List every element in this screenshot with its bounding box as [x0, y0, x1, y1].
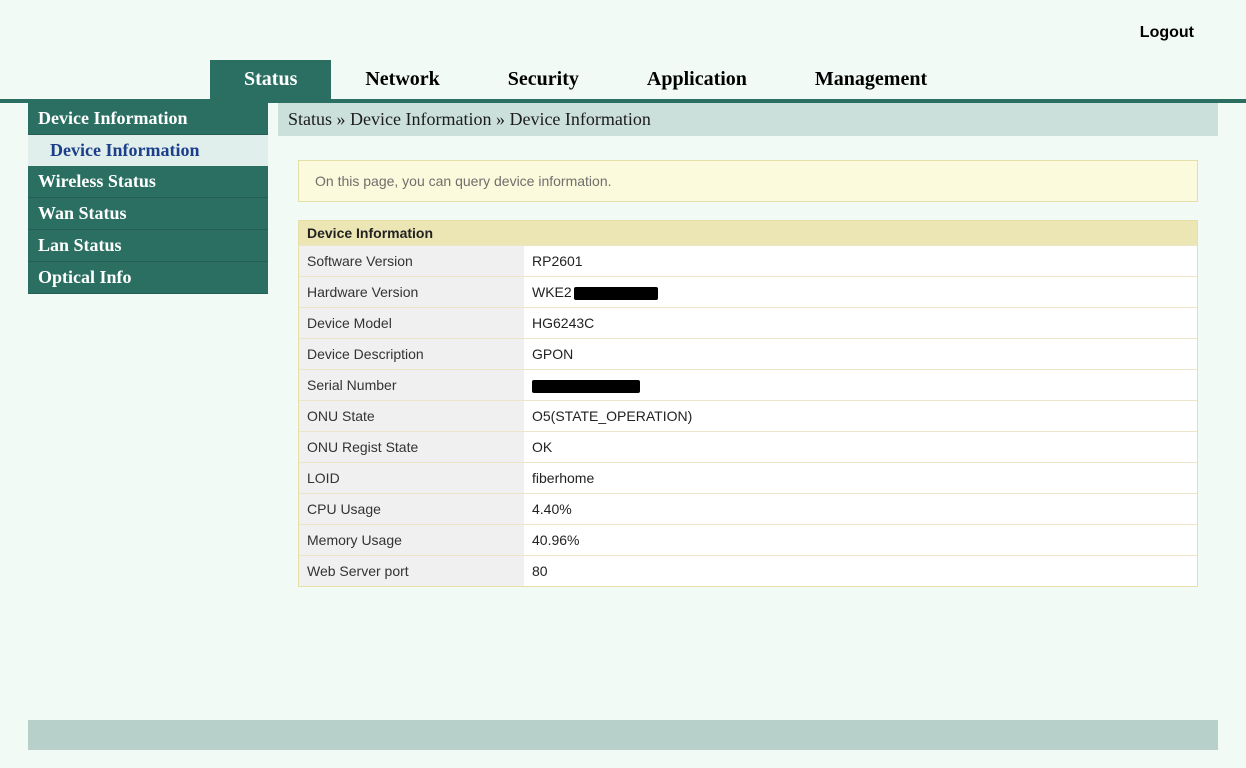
value-onu-regist-state: OK	[524, 432, 1197, 462]
label-memory-usage: Memory Usage	[299, 525, 524, 555]
info-banner: On this page, you can query device infor…	[298, 160, 1198, 202]
row-software-version: Software Version RP2601	[299, 245, 1197, 276]
label-software-version: Software Version	[299, 246, 524, 276]
breadcrumb: Status » Device Information » Device Inf…	[278, 103, 1218, 136]
value-web-server-port: 80	[524, 556, 1197, 586]
label-web-server-port: Web Server port	[299, 556, 524, 586]
row-hardware-version: Hardware Version WKE2	[299, 276, 1197, 307]
tab-status[interactable]: Status	[210, 60, 331, 99]
value-hardware-version: WKE2	[524, 277, 1197, 307]
label-cpu-usage: CPU Usage	[299, 494, 524, 524]
row-device-description: Device Description GPON	[299, 338, 1197, 369]
row-cpu-usage: CPU Usage 4.40%	[299, 493, 1197, 524]
value-software-version: RP2601	[524, 246, 1197, 276]
sidebar-item-wireless-status[interactable]: Wireless Status	[28, 166, 268, 198]
content-area: Status » Device Information » Device Inf…	[268, 103, 1246, 720]
value-serial-number	[524, 370, 1197, 400]
footer-bar	[28, 720, 1218, 750]
tab-security[interactable]: Security	[474, 60, 613, 99]
top-tabs: Status Network Security Application Mana…	[0, 60, 1246, 103]
row-serial-number: Serial Number	[299, 369, 1197, 400]
label-onu-regist-state: ONU Regist State	[299, 432, 524, 462]
row-memory-usage: Memory Usage 40.96%	[299, 524, 1197, 555]
sidebar-subitem-device-information[interactable]: Device Information	[28, 135, 268, 166]
section-title: Device Information	[299, 221, 1197, 245]
row-onu-state: ONU State O5(STATE_OPERATION)	[299, 400, 1197, 431]
label-serial-number: Serial Number	[299, 370, 524, 400]
device-info-table: Device Information Software Version RP26…	[298, 220, 1198, 587]
row-loid: LOID fiberhome	[299, 462, 1197, 493]
label-loid: LOID	[299, 463, 524, 493]
redacted-serial-number	[532, 380, 640, 393]
row-onu-regist-state: ONU Regist State OK	[299, 431, 1197, 462]
value-cpu-usage: 4.40%	[524, 494, 1197, 524]
sidebar-item-wan-status[interactable]: Wan Status	[28, 198, 268, 230]
topbar: Logout	[0, 0, 1246, 60]
tab-management[interactable]: Management	[781, 60, 961, 99]
tab-network[interactable]: Network	[331, 60, 473, 99]
sidebar-item-lan-status[interactable]: Lan Status	[28, 230, 268, 262]
value-hardware-version-prefix: WKE2	[532, 284, 572, 300]
sidebar-item-device-information[interactable]: Device Information	[28, 103, 268, 135]
label-device-description: Device Description	[299, 339, 524, 369]
value-device-model: HG6243C	[524, 308, 1197, 338]
label-onu-state: ONU State	[299, 401, 524, 431]
label-hardware-version: Hardware Version	[299, 277, 524, 307]
logout-link[interactable]: Logout	[1140, 24, 1194, 42]
value-memory-usage: 40.96%	[524, 525, 1197, 555]
value-onu-state: O5(STATE_OPERATION)	[524, 401, 1197, 431]
sidebar-item-optical-info[interactable]: Optical Info	[28, 262, 268, 294]
sidebar: Device Information Device Information Wi…	[0, 103, 268, 720]
row-device-model: Device Model HG6243C	[299, 307, 1197, 338]
row-web-server-port: Web Server port 80	[299, 555, 1197, 586]
tab-application[interactable]: Application	[613, 60, 781, 99]
value-loid: fiberhome	[524, 463, 1197, 493]
label-device-model: Device Model	[299, 308, 524, 338]
value-device-description: GPON	[524, 339, 1197, 369]
redacted-hardware-version	[574, 287, 658, 300]
